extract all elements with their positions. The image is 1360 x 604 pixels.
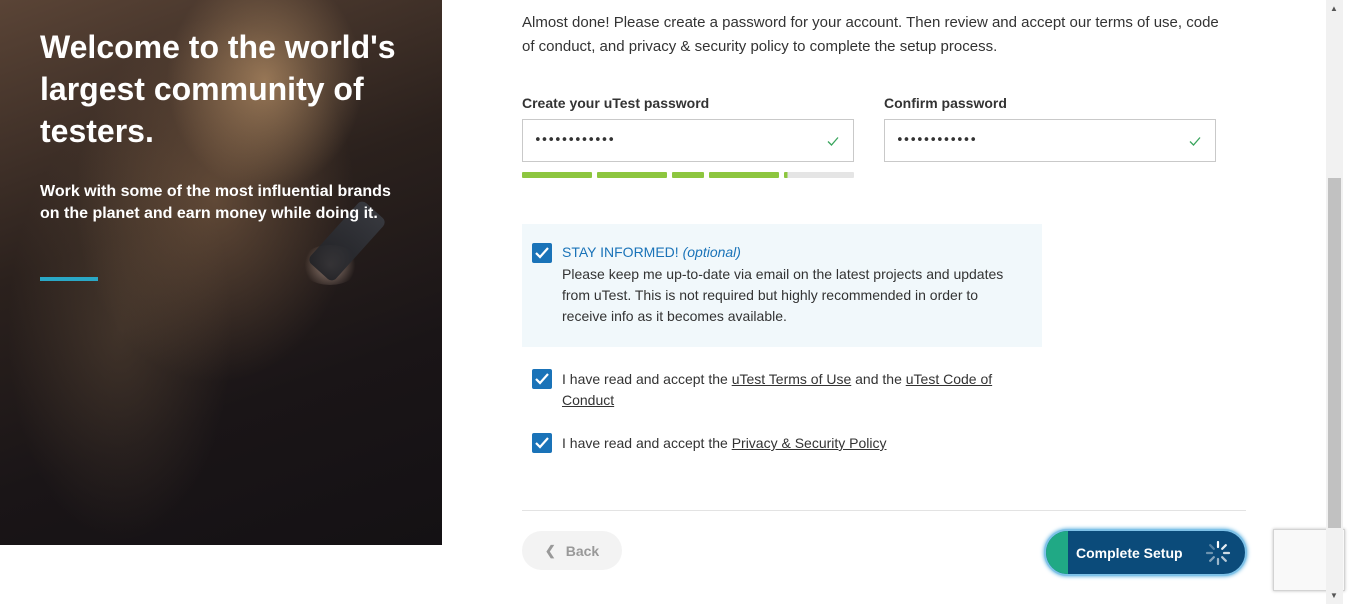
password-input[interactable]	[523, 120, 853, 161]
footer-divider	[522, 510, 1246, 511]
strength-segment	[709, 172, 779, 178]
password-label: Create your uTest password	[522, 95, 710, 111]
chevron-left-icon: ❮	[544, 542, 556, 558]
scroll-up-icon[interactable]: ▲	[1330, 4, 1338, 13]
terms-prefix: I have read and accept the	[562, 371, 732, 387]
privacy-policy-link[interactable]: Privacy & Security Policy	[732, 435, 887, 451]
stay-informed-heading: STAY INFORMED!	[562, 244, 679, 260]
terms-of-use-link[interactable]: uTest Terms of Use	[732, 371, 852, 387]
check-icon	[1189, 137, 1201, 146]
checkmark-icon	[535, 373, 549, 385]
loading-spinner-icon	[1205, 540, 1231, 566]
page-scrollbar[interactable]: ▲ ▼	[1326, 0, 1343, 604]
password-field-wrapper	[522, 119, 854, 162]
check-icon	[827, 137, 839, 146]
stay-informed-checkbox[interactable]	[532, 243, 552, 263]
terms-middle: and the	[851, 371, 906, 387]
hero-title: Welcome to the world's largest community…	[40, 29, 396, 149]
complete-progress-fill	[1046, 531, 1068, 574]
terms-checkbox[interactable]	[532, 369, 552, 389]
hero-panel: Welcome to the world's largest community…	[0, 0, 442, 545]
confirm-password-field-wrapper	[884, 119, 1216, 162]
complete-setup-button[interactable]: Complete Setup	[1044, 529, 1247, 576]
confirm-password-label: Confirm password	[884, 95, 1007, 111]
checkmark-icon	[535, 247, 549, 259]
strength-segment	[522, 172, 592, 178]
checkmark-icon	[535, 437, 549, 449]
optional-tag: (optional)	[682, 244, 741, 260]
privacy-prefix: I have read and accept the	[562, 435, 732, 451]
strength-segment	[672, 172, 704, 178]
complete-setup-label: Complete Setup	[1076, 545, 1183, 561]
strength-segment	[597, 172, 667, 178]
confirm-password-input[interactable]	[885, 120, 1215, 161]
privacy-agreement-text: I have read and accept the Privacy & Sec…	[562, 433, 1022, 454]
scroll-down-icon[interactable]: ▼	[1330, 591, 1338, 600]
back-button[interactable]: ❮ Back	[522, 531, 622, 570]
intro-text: Almost done! Please create a password fo…	[522, 14, 1219, 55]
hero-accent-bar	[40, 277, 98, 281]
scrollbar-thumb[interactable]	[1328, 178, 1341, 528]
privacy-checkbox[interactable]	[532, 433, 552, 453]
stay-informed-description: Please keep me up-to-date via email on t…	[562, 266, 1004, 324]
back-button-label: Back	[565, 542, 600, 559]
password-strength-meter	[522, 172, 854, 178]
terms-agreement-text: I have read and accept the uTest Terms o…	[562, 369, 1022, 411]
hero-subtitle: Work with some of the most influential b…	[40, 183, 391, 222]
stay-informed-title: STAY INFORMED! (optional)	[562, 244, 741, 260]
strength-segment	[784, 172, 854, 178]
